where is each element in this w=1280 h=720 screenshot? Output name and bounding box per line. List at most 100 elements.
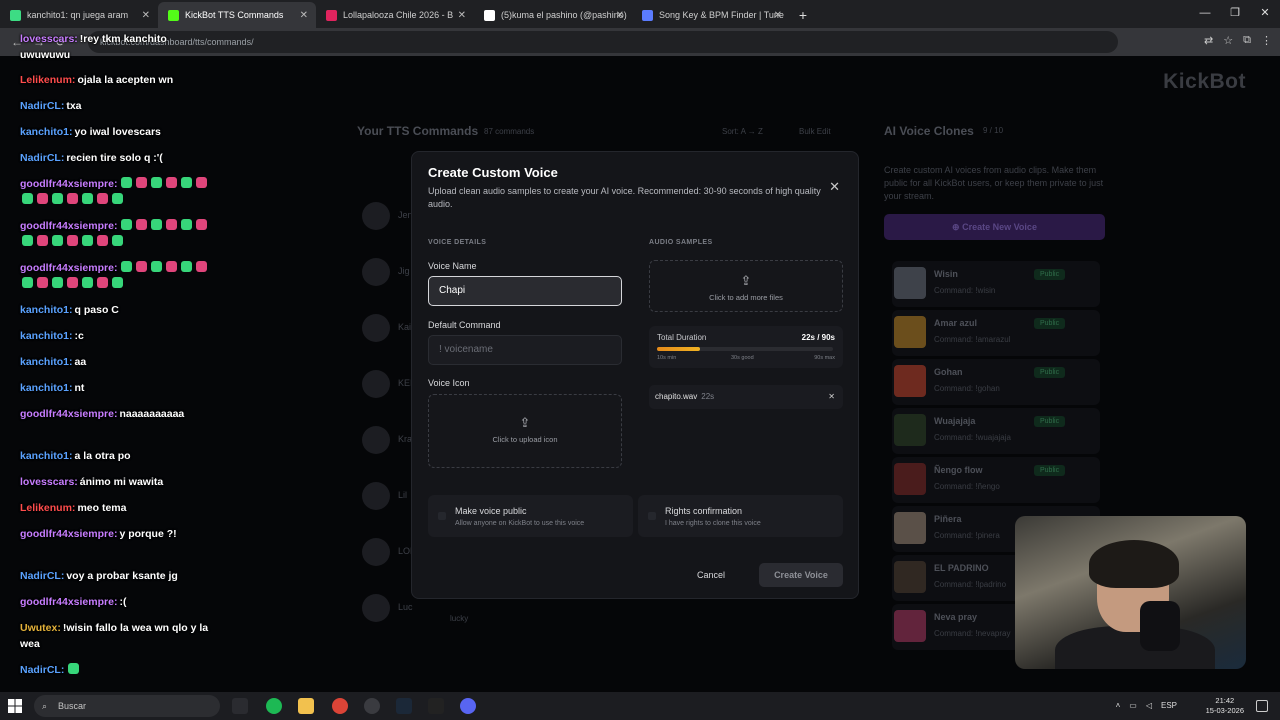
taskbar-clock[interactable]: 21:42 15-03-2026 [1206, 696, 1244, 716]
game-app-icon[interactable] [428, 698, 444, 714]
obs-icon[interactable] [364, 698, 380, 714]
voice-clone-item[interactable]: Amar azul Command: !amarazul Public [892, 310, 1100, 356]
command-name: Kra [398, 434, 413, 444]
chat-username[interactable]: Lelikenum: [20, 74, 75, 86]
default-command-input[interactable]: ! voicename [428, 335, 622, 365]
chat-username[interactable]: goodlfr44xsiempre: [20, 596, 117, 608]
audio-files-dropzone[interactable]: ⇪ Click to add more files [649, 260, 843, 312]
create-new-voice-label: Create New Voice [962, 222, 1037, 232]
voice-name: Neva pray [934, 612, 978, 622]
chat-username[interactable]: Uwutex: [20, 622, 61, 634]
upload-icon: ⇪ [519, 415, 531, 430]
public-checkbox[interactable] [438, 512, 446, 520]
network-icon[interactable]: ▭ [1129, 697, 1137, 715]
chat-username[interactable]: goodlfr44xsiempre: [20, 408, 117, 420]
maximize-icon[interactable]: ❐ [1220, 0, 1250, 26]
minimize-icon[interactable]: — [1190, 0, 1220, 26]
chat-username[interactable]: goodlfr44xsiempre: [20, 220, 117, 232]
chat-username[interactable]: NadirCL: [20, 664, 64, 676]
voice-name: Amar azul [934, 318, 978, 328]
tab-favicon-icon [484, 9, 495, 21]
chat-username[interactable]: goodlfr44xsiempre: [20, 528, 117, 540]
tab-tunebat[interactable]: Song Key & BPM Finder | Tune ✕ [632, 2, 790, 28]
cancel-button[interactable]: Cancel [697, 570, 725, 580]
chat-username[interactable]: kanchito1: [20, 450, 73, 462]
tab-label: Lollapalooza Chile 2026 - B [343, 10, 454, 20]
task-view-icon[interactable] [232, 698, 248, 714]
tab-close-icon[interactable]: ✕ [458, 10, 466, 21]
chat-username[interactable]: kanchito1: [20, 356, 73, 368]
duration-progress-fill [657, 347, 700, 351]
icon-upload-dropzone[interactable]: ⇪ Click to upload icon [428, 394, 622, 468]
create-voice-button[interactable]: Create Voice [759, 563, 843, 587]
total-duration-value: 22s / 90s [801, 333, 835, 342]
avatar [362, 482, 390, 510]
chat-message: goodlfr44xsiempre: y porque ?! [20, 526, 216, 542]
voice-name-input[interactable]: Chapi [428, 276, 622, 306]
spotify-icon[interactable] [266, 698, 282, 714]
file-explorer-icon[interactable] [298, 698, 314, 714]
taskbar-search[interactable]: ⌕ Buscar [34, 695, 220, 717]
rights-checkbox[interactable] [648, 512, 656, 520]
command-trigger: lucky [450, 614, 469, 623]
steam-icon[interactable] [396, 698, 412, 714]
tab-close-icon[interactable]: ✕ [616, 10, 624, 21]
make-public-toggle[interactable]: Make voice public Allow anyone on KickBo… [428, 495, 633, 537]
menu-icon[interactable]: ⋮ [1261, 34, 1272, 47]
chat-username[interactable]: goodlfr44xsiempre: [20, 178, 117, 190]
chat-message: kanchito1::c [20, 328, 216, 344]
browser-toolbar: ⇄ ☆ ⧉ ⋮ [1204, 34, 1272, 47]
chat-emote-icon [37, 235, 48, 246]
avatar [362, 258, 390, 286]
chat-username[interactable]: lovesscars: [20, 476, 78, 488]
voice-clone-item[interactable]: Gohan Command: !gohan Public [892, 359, 1100, 405]
create-new-voice-button[interactable]: ⊕ Create New Voice [884, 214, 1105, 240]
create-custom-voice-modal: Create Custom Voice Upload clean audio s… [411, 151, 859, 599]
chat-username[interactable]: kanchito1: [20, 382, 73, 394]
chat-username[interactable]: Lelikenum: [20, 502, 75, 514]
chat-username[interactable]: NadirCL: [20, 152, 64, 164]
close-icon[interactable]: ✕ [829, 179, 840, 195]
voice-clone-item[interactable]: Wisin Command: !wisin Public [892, 261, 1100, 307]
voice-clone-item[interactable]: Wuajajaja Command: !wuajajaja Public [892, 408, 1100, 454]
chat-username[interactable]: lovesscars: [20, 33, 78, 45]
chat-emote-icon [82, 193, 93, 204]
new-tab-button[interactable]: + [790, 2, 816, 28]
notifications-icon[interactable] [1256, 700, 1268, 712]
tray-chevron-icon[interactable]: ˄ [1116, 697, 1121, 715]
chat-username[interactable]: kanchito1: [20, 304, 73, 316]
close-window-icon[interactable]: ✕ [1250, 0, 1280, 26]
tab-lollapalooza[interactable]: Lollapalooza Chile 2026 - B ✕ [316, 2, 474, 28]
chat-emote-icon [196, 177, 208, 188]
remove-file-icon[interactable]: ✕ [828, 385, 835, 409]
language-indicator[interactable]: ESP [1161, 697, 1177, 715]
discord-icon[interactable] [460, 698, 476, 714]
chat-message: goodlfr44xsiempre: [20, 260, 216, 292]
windows-start-icon[interactable] [8, 699, 22, 713]
chat-emote-icon [67, 277, 78, 288]
url-field[interactable]: kickbot.com/dashboard/tts/commands/ [88, 31, 1118, 53]
chrome-icon[interactable] [332, 698, 348, 714]
tab-close-icon[interactable]: ✕ [300, 10, 308, 21]
tab-tiktok[interactable]: (5)kuma el pashino (@pashino) ✕ [474, 2, 632, 28]
chat-username[interactable]: NadirCL: [20, 100, 64, 112]
public-badge: Public [1034, 465, 1066, 476]
chat-message: lovesscars: !rey tkm kanchito uwuwuwu [20, 31, 216, 63]
modal-title: Create Custom Voice [428, 165, 558, 180]
voice-clone-item[interactable]: Ñengo flow Command: !ñengo Public [892, 457, 1100, 503]
tab-label: (5)kuma el pashino (@pashino) [501, 10, 627, 20]
tab-close-icon[interactable]: ✕ [774, 10, 782, 21]
sort-dropdown[interactable]: Sort: A → Z [722, 127, 763, 136]
translate-icon[interactable]: ⇄ [1204, 34, 1213, 47]
chat-username[interactable]: kanchito1: [20, 126, 73, 138]
bookmark-star-icon[interactable]: ☆ [1223, 34, 1233, 47]
extensions-icon[interactable]: ⧉ [1243, 34, 1251, 47]
bulk-edit-button[interactable]: Bulk Edit [799, 127, 831, 136]
rights-confirmation-toggle[interactable]: Rights confirmation I have rights to clo… [638, 495, 843, 537]
chat-username[interactable]: kanchito1: [20, 330, 73, 342]
stream-chat-overlay: lovesscars: !rey tkm kanchito uwuwuwu Leli… [0, 0, 222, 720]
chat-username[interactable]: NadirCL: [20, 570, 64, 582]
chat-text: nt [74, 382, 85, 394]
chat-username[interactable]: goodlfr44xsiempre: [20, 262, 117, 274]
volume-icon[interactable]: ◁ [1146, 697, 1152, 715]
